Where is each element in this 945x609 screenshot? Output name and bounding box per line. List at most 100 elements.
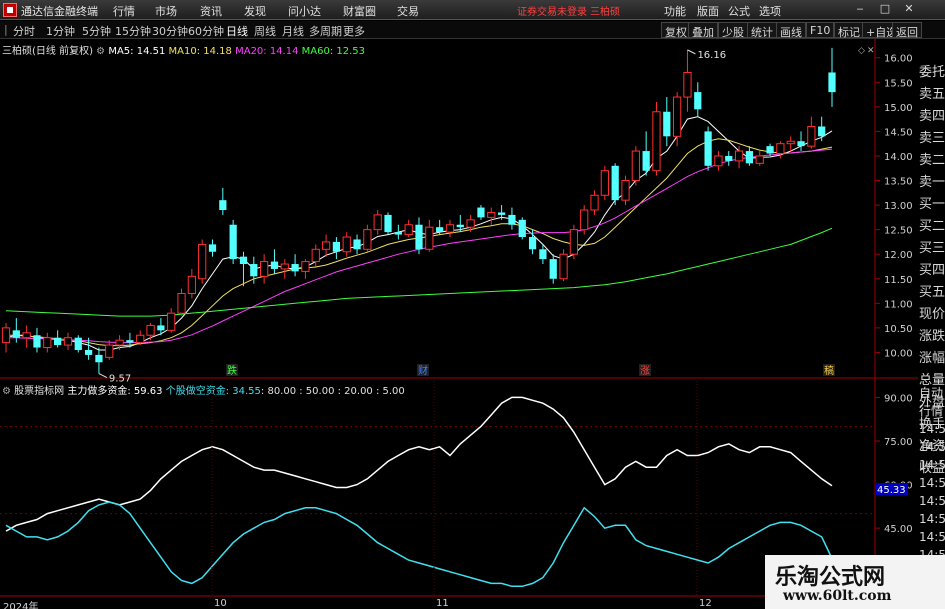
fewer-bars-button[interactable]: 少股	[718, 22, 748, 39]
menu-news[interactable]: 资讯	[200, 3, 222, 19]
candle-body	[321, 241, 331, 250]
candle-body	[734, 150, 744, 162]
side-sell1[interactable]: 卖一	[918, 172, 945, 194]
candle-body	[84, 349, 93, 355]
tab-multi-period[interactable]: 多周期	[309, 23, 342, 39]
price-tick-label: 13.50	[884, 177, 913, 188]
statistics-button[interactable]: 统计	[747, 22, 777, 39]
candle-body	[54, 337, 62, 346]
date-label-nov: 11	[436, 598, 449, 609]
candle-body	[198, 243, 207, 280]
candle-body	[63, 337, 73, 346]
side-time: 14:50	[919, 512, 945, 526]
candle-body	[487, 211, 496, 218]
candle-body	[415, 224, 423, 250]
date-label-oct: 10	[214, 598, 227, 609]
price-tick-label: 10.00	[884, 348, 913, 359]
collapse-icon[interactable]: |	[4, 23, 8, 36]
watermark-url: www.60lt.com	[783, 588, 892, 604]
side-sell3[interactable]: 卖三	[918, 128, 945, 150]
candle-body	[828, 72, 836, 93]
tab-daily[interactable]: 日线	[226, 23, 248, 39]
candle-body	[797, 141, 805, 147]
candle-body	[642, 151, 650, 171]
menu-ask-xiaoda[interactable]: 问小达	[288, 3, 321, 19]
kline-chart[interactable]: 16.00 15.50 15.00 14.50 14.00 13.50 13.00 12.50…	[0, 39, 918, 597]
price-tick-label: 15.00	[884, 103, 913, 114]
side-buy2[interactable]: 买二	[918, 216, 945, 238]
menu-quotes[interactable]: 行情	[113, 3, 135, 19]
event-marker-label: 跌	[227, 364, 237, 377]
side-buy1[interactable]: 买一	[918, 194, 945, 216]
candle-body	[187, 275, 196, 294]
f10-button[interactable]: F10	[806, 22, 835, 38]
close-icon[interactable]: ✕	[901, 2, 917, 17]
menu-discover[interactable]: 发现	[244, 3, 266, 19]
side-quotes[interactable]: 行情	[918, 402, 945, 420]
tab-60min[interactable]: 60分钟	[188, 23, 224, 39]
candle-body	[725, 155, 733, 161]
tab-monthly[interactable]: 月线	[282, 23, 304, 39]
event-markers: 跌财涨稿	[226, 364, 835, 377]
candle-body	[559, 253, 568, 280]
side-buy4[interactable]: 买四	[918, 260, 945, 282]
candle-body	[219, 200, 227, 210]
candle-body	[22, 332, 31, 339]
short-fund-line	[5, 501, 833, 588]
side-price[interactable]: 现价	[918, 304, 945, 326]
tab-5min[interactable]: 5分钟	[82, 23, 111, 39]
price-tick-label: 11.00	[884, 299, 913, 310]
candle-body	[373, 214, 382, 231]
tab-15min[interactable]: 15分钟	[115, 23, 151, 39]
candle-body	[755, 155, 764, 164]
menu-options[interactable]: 选项	[759, 3, 781, 19]
menu-trade[interactable]: 交易	[397, 3, 419, 19]
candle-body	[714, 155, 723, 167]
menu-wealth-circle[interactable]: 财富圈	[343, 3, 376, 19]
side-sell4[interactable]: 卖四	[918, 106, 945, 128]
tab-1min[interactable]: 1分钟	[46, 23, 75, 39]
tab-intraday[interactable]: 分时	[13, 23, 35, 39]
overlay-button[interactable]: 叠加	[688, 22, 718, 39]
candle-body	[250, 264, 258, 277]
back-button[interactable]: 返回	[892, 22, 922, 39]
candle-body	[208, 244, 217, 252]
price-tick-label: 12.00	[884, 250, 913, 261]
candle-body	[569, 229, 578, 255]
candle-body	[177, 293, 186, 314]
candle-body	[766, 146, 774, 154]
maximize-icon[interactable]: □	[877, 2, 893, 17]
side-change[interactable]: 涨跌	[918, 326, 945, 348]
tab-more[interactable]: 更多	[343, 23, 365, 39]
price-tick-label: 10.50	[884, 324, 913, 335]
adjust-button[interactable]: 复权	[661, 22, 691, 39]
long-fund-line	[5, 396, 833, 532]
side-buy3[interactable]: 买三	[918, 238, 945, 260]
tab-weekly[interactable]: 周线	[254, 23, 276, 39]
price-tick-label: 15.50	[884, 78, 913, 89]
menu-formula[interactable]: 公式	[728, 3, 750, 19]
minimize-icon[interactable]: ‒	[852, 2, 868, 17]
candle-body	[694, 92, 702, 110]
side-buy5[interactable]: 买五	[918, 282, 945, 304]
candle-body	[136, 334, 145, 344]
candle-body	[342, 236, 351, 253]
event-marker-label: 涨	[640, 365, 650, 377]
side-change-pct[interactable]: 涨幅	[918, 348, 945, 370]
menu-function[interactable]: 功能	[664, 3, 686, 19]
tab-30min[interactable]: 30分钟	[152, 23, 188, 39]
candle-body	[590, 194, 599, 211]
side-entrust[interactable]: 委托	[918, 62, 945, 84]
side-sell2[interactable]: 卖二	[918, 150, 945, 172]
draw-line-button[interactable]: 画线	[776, 22, 806, 39]
menu-layout[interactable]: 版面	[697, 3, 719, 19]
menu-market[interactable]: 市场	[155, 3, 177, 19]
date-label-year: 2024年	[3, 602, 39, 609]
mark-button[interactable]: 标记	[834, 22, 864, 39]
event-marker-label: 稿	[824, 364, 834, 377]
candle-body	[425, 226, 434, 250]
side-sell5[interactable]: 卖五	[918, 84, 945, 106]
login-status[interactable]: 证券交易未登录	[517, 3, 587, 18]
period-toolbar: | 分时 1分钟 5分钟 15分钟 30分钟 60分钟 日线 周线 月线 多周期…	[0, 21, 945, 39]
side-auto[interactable]: 自动	[918, 384, 945, 402]
